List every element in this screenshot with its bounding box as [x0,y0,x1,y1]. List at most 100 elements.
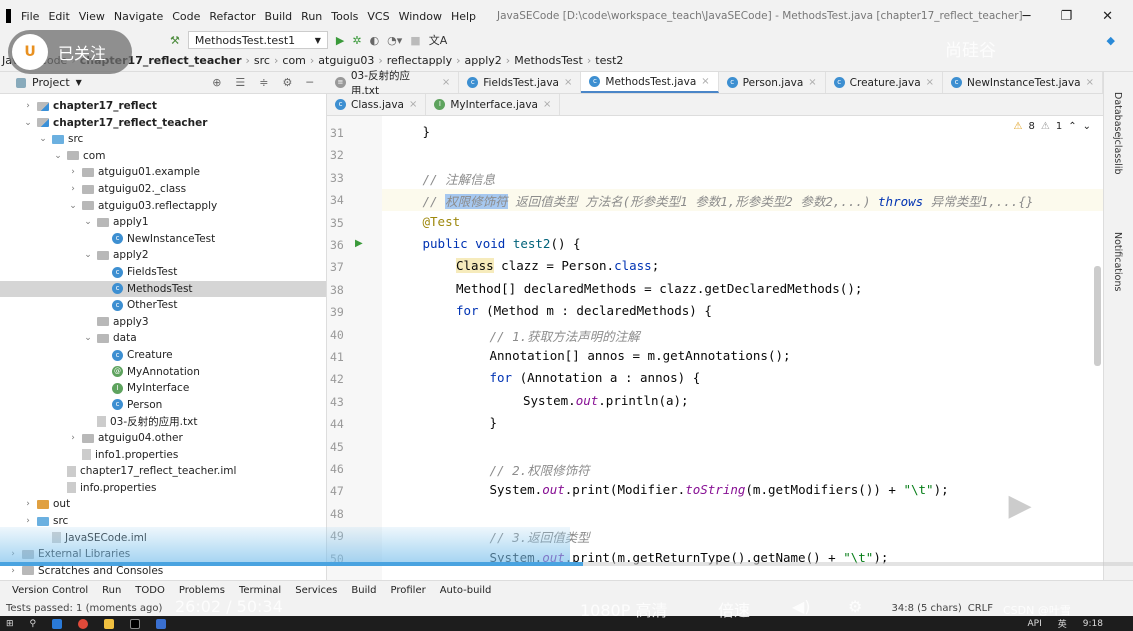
editor-tab[interactable]: c NewInstanceTest.java × [943,72,1103,93]
close-tab-icon[interactable]: × [926,77,934,88]
tree-item[interactable]: 03-反射的应用.txt [0,413,326,429]
close-tab-icon[interactable]: × [442,77,450,88]
collapsed-chevron-icon[interactable]: › [8,566,18,576]
editor-tab[interactable]: c Class.java × [327,94,427,115]
tree-item[interactable]: › atguigu02._class [0,181,326,197]
build-hammer-icon[interactable]: ⚒ [170,34,180,47]
menu-tools[interactable]: Tools [331,10,358,23]
tree-item[interactable]: ⌄ apply2 [0,247,326,263]
tree-item[interactable]: ⌄ apply1 [0,214,326,230]
tree-item[interactable]: c Person [0,397,326,413]
editor-tab[interactable]: ≡ 03-反射的应用.txt × [327,70,460,97]
breadcrumb-item[interactable]: apply2 [465,54,502,67]
tool-window-todo[interactable]: TODO [135,585,165,596]
expanded-chevron-icon[interactable]: ⌄ [83,250,93,260]
editor-scrollbar[interactable] [1094,266,1101,366]
editor-tab[interactable]: c Creature.java × [826,72,944,93]
explorer-icon[interactable] [104,618,115,629]
expanded-chevron-icon[interactable]: ⌄ [38,134,48,144]
breadcrumb-item[interactable]: com [282,54,306,67]
collapsed-chevron-icon[interactable]: › [23,516,33,526]
tree-item[interactable]: @ MyAnnotation [0,364,326,380]
tree-item[interactable]: ⌄ data [0,330,326,346]
start-icon[interactable]: ⊞ [6,619,14,629]
menu-run[interactable]: Run [301,10,322,23]
chrome-icon[interactable] [78,618,89,629]
collapsed-chevron-icon[interactable]: › [68,167,78,177]
collapsed-chevron-icon[interactable]: › [23,499,33,509]
run-configuration-select[interactable]: MethodsTest.test1 ▼ [187,31,328,49]
volume-icon[interactable]: ◀) [792,597,811,616]
tool-window-version-control[interactable]: Version Control [12,585,88,596]
input-language[interactable]: 英 [1058,617,1067,630]
collapsed-chevron-icon[interactable]: › [23,101,33,111]
tool-window-problems[interactable]: Problems [179,585,225,596]
menu-help[interactable]: Help [451,10,476,23]
breadcrumb-item[interactable]: src [254,54,270,67]
inspection-widget[interactable]: ⚠ 8 ⚠ 1 ⌃ ⌄ [1014,121,1091,132]
settings-gear-icon[interactable]: ⚙ [283,76,293,89]
follow-badge[interactable]: U 已关注 [8,30,132,74]
menu-code[interactable]: Code [172,10,200,23]
minimize-button[interactable]: ─ [1023,9,1031,24]
editor-tab[interactable]: c MethodsTest.java × [581,72,719,93]
tool-window-terminal[interactable]: Terminal [239,585,281,596]
run-test-gutter-icon[interactable]: ▶ [355,238,363,249]
project-panel-title[interactable]: Project [32,76,70,89]
expanded-chevron-icon[interactable]: ⌄ [83,217,93,227]
status-message[interactable]: Tests passed: 1 (moments ago) [6,603,162,614]
collapse-all-icon[interactable]: ≑ [259,76,268,89]
expand-all-icon[interactable]: ☰ [235,76,245,89]
breadcrumb-item[interactable]: reflectapply [387,54,452,67]
breadcrumb-item[interactable]: test2 [595,54,623,67]
tree-item[interactable]: info1.properties [0,447,326,463]
expanded-chevron-icon[interactable]: ⌄ [53,151,63,161]
tree-item[interactable]: c OtherTest [0,297,326,313]
quality-button[interactable]: 1080P 高清 [580,597,667,621]
menu-edit[interactable]: Edit [48,10,69,23]
coverage-icon[interactable]: ◐ [370,34,380,47]
search-icon[interactable]: ⚲ [30,619,37,629]
right-tool-notifications[interactable]: Notifications [1112,232,1123,291]
breadcrumb-item[interactable]: atguigu03 [318,54,374,67]
menu-view[interactable]: View [79,10,105,23]
tool-window-auto-build[interactable]: Auto-build [440,585,492,596]
tool-window-profiler[interactable]: Profiler [391,585,426,596]
expanded-chevron-icon[interactable]: ⌄ [68,201,78,211]
tree-item[interactable]: info.properties [0,480,326,496]
breadcrumb-item[interactable]: MethodsTest [514,54,583,67]
tree-item[interactable]: ⌄ src [0,131,326,147]
close-tab-icon[interactable]: × [543,99,551,110]
tree-item[interactable]: › atguigu01.example [0,164,326,180]
video-progress-bar[interactable] [0,562,1133,566]
intellij-taskbar-icon[interactable] [130,618,141,629]
locate-icon[interactable]: ⊕ [212,76,221,89]
caret-position[interactable]: 34:8 (5 chars) [891,603,961,614]
collapsed-chevron-icon[interactable]: › [68,184,78,194]
play-button[interactable]: ▶ [980,470,1060,540]
hide-icon[interactable]: ─ [306,76,313,89]
close-tab-icon[interactable]: × [701,76,709,87]
maximize-button[interactable]: ❐ [1060,9,1072,24]
close-tab-icon[interactable]: × [1086,77,1094,88]
profile-icon[interactable]: ◔▾ [387,34,402,47]
tree-item[interactable]: › atguigu04.other [0,430,326,446]
tree-item[interactable]: c FieldsTest [0,264,326,280]
run-icon[interactable]: ▶ [336,34,344,47]
collapsed-chevron-icon[interactable]: › [68,433,78,443]
menu-build[interactable]: Build [265,10,293,23]
clock[interactable]: 9:18 [1083,619,1103,629]
tree-item[interactable]: c Creature [0,347,326,363]
menu-file[interactable]: File [21,10,39,23]
editor-tab[interactable]: c Person.java × [719,72,826,93]
menu-refactor[interactable]: Refactor [209,10,255,23]
line-separator[interactable]: CRLF [968,603,993,614]
close-tab-icon[interactable]: × [564,77,572,88]
menu-window[interactable]: Window [399,10,442,23]
tree-item[interactable]: › chapter17_reflect [0,98,326,114]
editor-tab[interactable]: c FieldsTest.java × [459,72,582,93]
tree-item[interactable]: › out [0,496,326,512]
prev-highlight-icon[interactable]: ⌃ [1068,121,1076,132]
tree-item[interactable]: ⌄ chapter17_reflect_teacher [0,115,326,131]
tree-item[interactable]: ⌄ com [0,148,326,164]
